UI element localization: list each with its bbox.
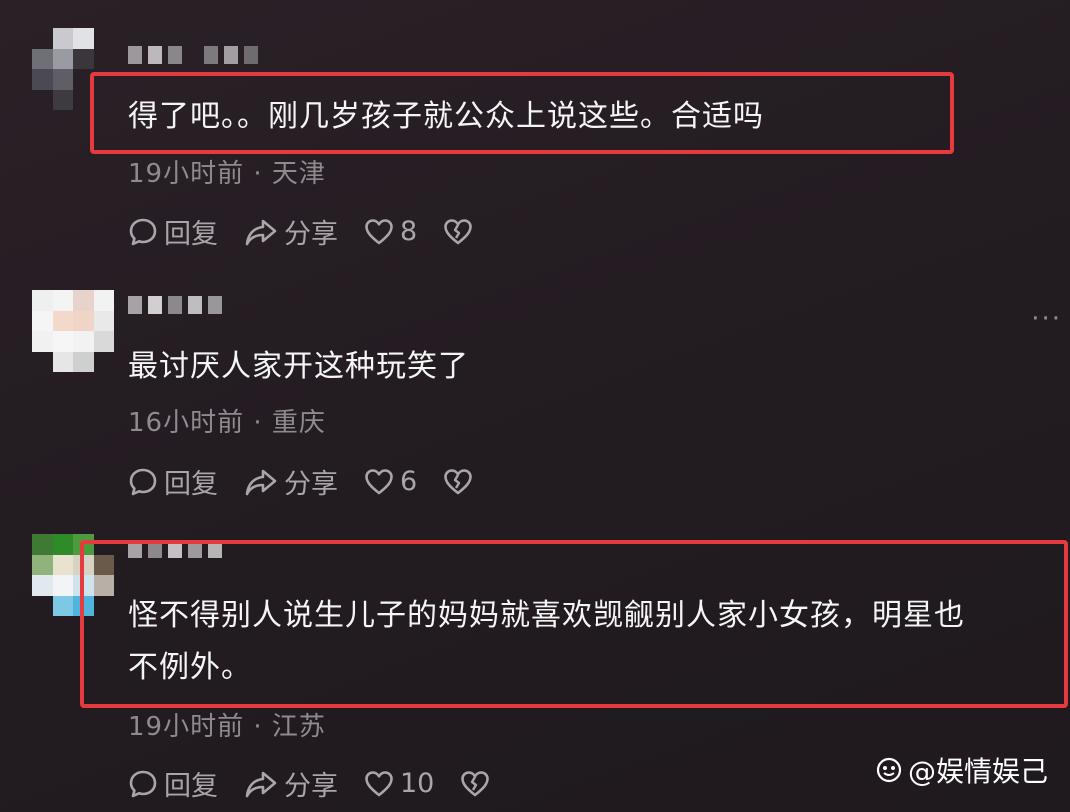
like-heart-icon — [365, 468, 393, 494]
comment-item: ··· 最讨厌人家开这种玩笑了 16小时前 · 重庆 回复 分享 6 — [0, 270, 1070, 520]
share-label: 分享 — [284, 469, 338, 500]
like-count: 10 — [400, 768, 435, 799]
like-button[interactable]: 10 — [364, 768, 434, 799]
reply-button[interactable]: 回复 — [128, 764, 218, 803]
comment-meta: 19小时前 · 天津 — [128, 159, 326, 189]
dislike-broken-heart-icon — [444, 468, 472, 494]
reply-label: 回复 — [164, 469, 218, 500]
highlight-box — [90, 72, 954, 154]
username-blurred[interactable] — [128, 296, 222, 316]
watermark-logo-icon — [876, 757, 902, 783]
share-button[interactable]: 分享 — [244, 764, 338, 803]
reply-icon — [129, 468, 157, 495]
like-heart-icon — [365, 770, 393, 796]
more-options-button[interactable]: ··· — [1031, 304, 1062, 334]
share-icon — [245, 771, 277, 797]
watermark-text: @娱情娱己 — [907, 755, 1048, 788]
reply-icon — [129, 218, 157, 245]
username-blurred[interactable] — [128, 46, 258, 66]
like-count: 6 — [400, 466, 418, 497]
avatar[interactable] — [32, 290, 114, 372]
share-button[interactable]: 分享 — [244, 212, 338, 251]
dislike-button[interactable] — [460, 770, 496, 798]
share-button[interactable]: 分享 — [244, 462, 338, 501]
reply-label: 回复 — [164, 219, 218, 250]
like-count: 8 — [400, 216, 418, 247]
dislike-button[interactable] — [443, 468, 479, 496]
share-label: 分享 — [284, 771, 338, 802]
dislike-broken-heart-icon — [444, 218, 472, 244]
like-button[interactable]: 6 — [364, 466, 417, 497]
comment-meta: 16小时前 · 重庆 — [128, 408, 326, 438]
share-icon — [245, 469, 277, 495]
share-icon — [245, 219, 277, 245]
watermark: @娱情娱己 — [876, 750, 1048, 790]
dislike-button[interactable] — [443, 218, 479, 246]
comment-actions: 回复 分享 6 — [128, 462, 505, 501]
comment-actions: 回复 分享 8 — [128, 212, 505, 251]
highlight-box — [80, 540, 1068, 708]
comment-text: 最讨厌人家开这种玩笑了 — [128, 349, 469, 384]
comment-meta: 19小时前 · 江苏 — [128, 712, 326, 742]
reply-icon — [129, 770, 157, 797]
reply-button[interactable]: 回复 — [128, 462, 218, 501]
reply-label: 回复 — [164, 771, 218, 802]
dislike-broken-heart-icon — [461, 770, 490, 796]
like-heart-icon — [365, 218, 393, 244]
comment-actions: 回复 分享 10 — [128, 764, 522, 803]
reply-button[interactable]: 回复 — [128, 212, 218, 251]
like-button[interactable]: 8 — [364, 216, 417, 247]
share-label: 分享 — [284, 219, 338, 250]
